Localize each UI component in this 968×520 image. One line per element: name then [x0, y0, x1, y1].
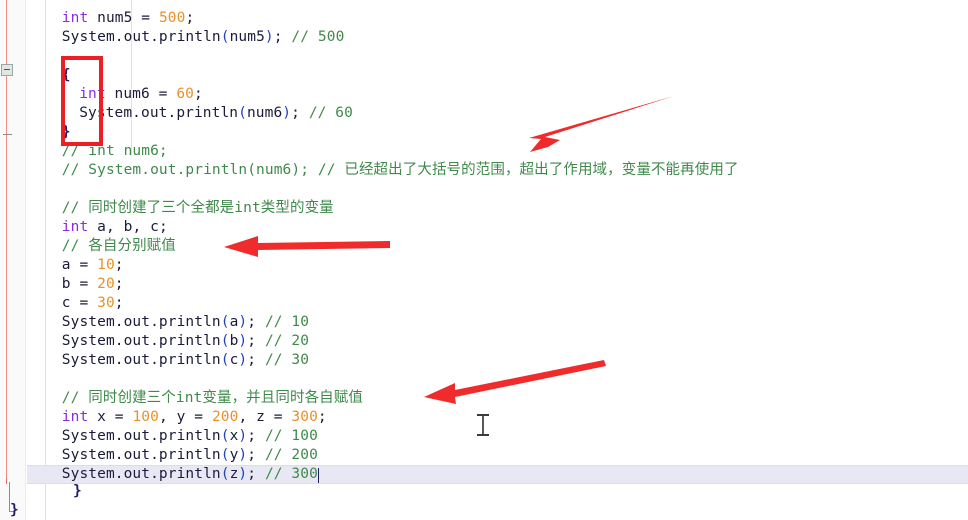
arrow-to-multi-declare-comment — [424, 360, 606, 404]
text-ibeam-cursor — [477, 414, 489, 436]
annotation-arrow-layer — [224, 96, 674, 404]
code-editor[interactable]: int num5 = 500; System.out.println(num5);… — [0, 0, 968, 520]
arrow-to-scope-comment — [529, 96, 674, 152]
ibeam-stem — [482, 416, 484, 434]
ibeam-bottom-cap — [477, 434, 489, 436]
arrow-to-assign-comment — [224, 236, 390, 257]
